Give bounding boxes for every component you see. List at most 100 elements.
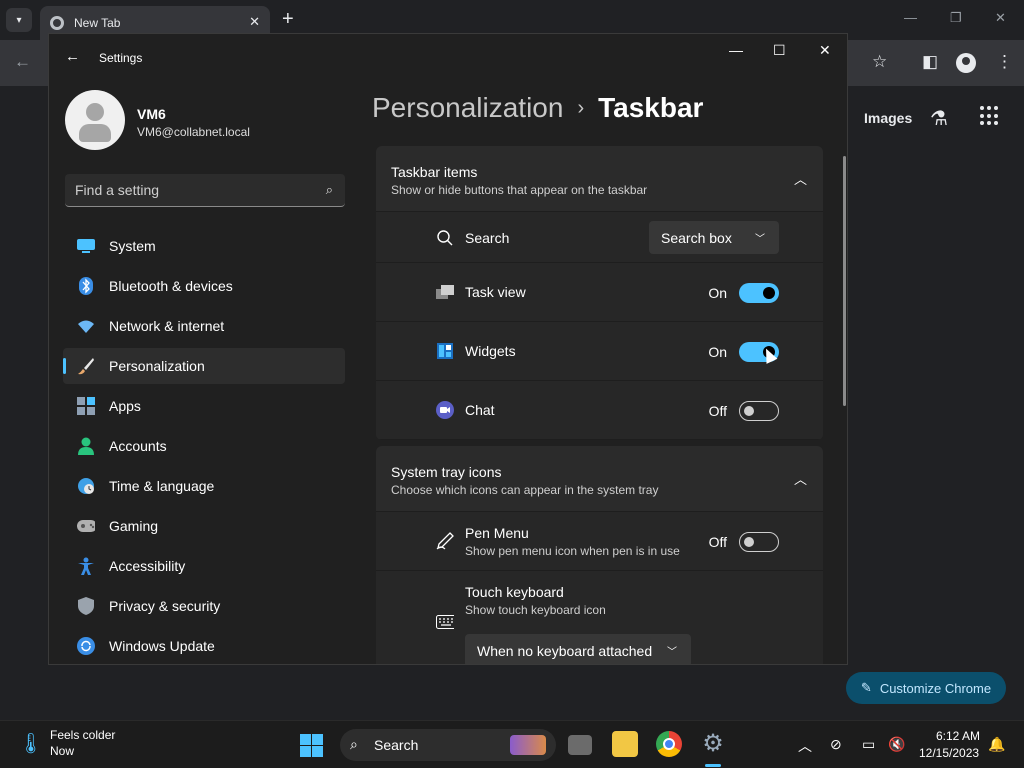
sidebar-item-gaming[interactable]: Gaming [63,508,345,544]
system-tray-header[interactable]: System tray icons Choose which icons can… [376,446,823,512]
new-tab-button[interactable]: + [282,8,294,30]
back-arrow-icon[interactable]: ← [14,52,31,72]
sidebar-item-accounts[interactable]: Accounts [63,428,345,464]
breadcrumb-parent[interactable]: Personalization [372,92,563,124]
chat-row: Chat Off [376,381,823,440]
taskbar-search-label: Search [374,737,419,753]
sidebar-item-label: Personalization [109,358,205,374]
touch-keyboard-row: Touch keyboard Show touch keyboard icon … [376,571,823,664]
customize-chrome-button[interactable]: ✎ Customize Chrome [846,672,1006,704]
start-button[interactable] [300,734,323,757]
close-icon[interactable]: ✕ [819,42,831,59]
touch-keyboard-label: Touch keyboard [465,584,564,600]
avatar-body [79,124,111,142]
thermometer-icon[interactable]: 🌡 [18,731,43,756]
chevron-up-icon[interactable]: ︿ [794,169,807,188]
sidebar-item-accessibility[interactable]: Accessibility [63,548,345,584]
task-view-label: Task view [465,284,526,300]
kebab-menu-icon[interactable]: ⋮ [996,52,1013,72]
chrome-icon[interactable] [656,731,682,757]
avatar[interactable] [65,90,125,150]
taskbar-items-header[interactable]: Taskbar items Show or hide buttons that … [376,146,823,212]
accessibility-icon [77,557,95,575]
scrollbar[interactable] [843,156,846,406]
settings-window: ← Settings — ☐ ✕ VM6 VM6@collabnet.local… [48,33,848,665]
search-icon[interactable]: ⌕ [326,182,333,198]
clock-date[interactable]: 12/15/2023 [919,746,979,760]
pen-menu-toggle[interactable] [739,532,779,552]
restore-icon[interactable]: ❐ [950,10,962,26]
sidebar-item-label: Time & language [109,478,215,494]
chevron-right-icon: › [577,96,585,119]
person-icon [77,437,95,455]
search-icon [436,229,454,247]
widgets-label: Widgets [465,343,516,359]
side-panel-icon[interactable]: ◧ [922,52,938,72]
sidebar-item-apps[interactable]: Apps [63,388,345,424]
sidebar-item-label: Accessibility [109,558,186,574]
sidebar-item-time-language[interactable]: Time & language [63,468,345,504]
sidebar-item-personalization[interactable]: Personalization [63,348,345,384]
network-off-icon[interactable]: ⊘ [830,736,842,753]
pen-menu-sub: Show pen menu icon when pen is in use [465,544,680,558]
sidebar-item-windows-update[interactable]: Windows Update [63,628,345,664]
file-explorer-icon[interactable] [612,731,638,757]
page-title: Taskbar [598,92,704,123]
sidebar-item-label: Network & internet [109,318,225,334]
chat-toggle[interactable] [739,401,779,421]
chat-icon [436,401,454,419]
sidebar-item-system[interactable]: System [63,228,345,264]
close-icon[interactable]: ✕ [995,10,1006,26]
images-link[interactable]: Images [864,110,912,126]
back-arrow-icon[interactable]: ← [65,48,80,65]
display-icon[interactable]: ▭ [862,736,875,753]
windows-taskbar: 🌡 Feels colder Now ⌕ Search ⚙ ︿ ⊘ ▭ 🔇 6:… [0,720,1024,768]
minimize-icon[interactable]: — [904,10,917,25]
dropdown-value: Search box [661,229,732,246]
search-input[interactable] [65,174,305,205]
profile-icon[interactable] [956,53,976,73]
sidebar-item-label: Privacy & security [109,598,221,614]
user-email: VM6@collabnet.local [137,125,250,139]
user-name: VM6 [137,106,166,122]
monitor-icon [77,237,95,255]
toggle-state: On [708,344,727,360]
labs-flask-icon[interactable]: ⚗ [930,106,948,131]
group-subtitle: Show or hide buttons that appear on the … [391,183,648,197]
task-view-icon [436,283,454,301]
sidebar-item-label: Gaming [109,518,159,534]
widgets-row: Widgets On [376,322,823,381]
star-icon[interactable]: ☆ [872,52,887,72]
chevron-up-icon[interactable]: ︿ [798,736,812,756]
sidebar-item-privacy[interactable]: Privacy & security [63,588,345,624]
globe-clock-icon [77,477,95,495]
weather-sub[interactable]: Now [50,744,74,758]
search-mode-dropdown[interactable]: Search box ﹀ [649,221,779,254]
google-apps-icon[interactable] [980,106,1000,126]
touch-keyboard-dropdown[interactable]: When no keyboard attached ﹀ [465,634,691,664]
volume-muted-icon[interactable]: 🔇 [888,736,905,753]
apps-icon [77,397,95,415]
pen-menu-row: Pen Menu Show pen menu icon when pen is … [376,512,823,571]
chevron-up-icon[interactable]: ︿ [794,469,807,488]
sidebar-item-network[interactable]: Network & internet [63,308,345,344]
tab-search-button[interactable]: ▾ [6,8,32,32]
task-view-icon[interactable] [568,735,592,755]
task-view-toggle[interactable] [739,283,779,303]
pen-icon [436,532,454,550]
sidebar-item-bluetooth[interactable]: Bluetooth & devices [63,268,345,304]
maximize-icon[interactable]: ☐ [773,42,786,59]
system-tray-group: System tray icons Choose which icons can… [376,446,823,664]
search-label: Search [465,230,510,246]
toggle-state: Off [708,534,727,550]
weather-title[interactable]: Feels colder [50,728,115,742]
clock-time[interactable]: 6:12 AM [936,729,980,743]
sidebar-item-label: Apps [109,398,141,414]
taskbar-search[interactable]: ⌕ Search [340,729,556,761]
settings-gear-icon[interactable]: ⚙ [700,731,726,757]
find-setting-box[interactable]: ⌕ [65,174,345,207]
minimize-icon[interactable]: — [729,42,743,58]
close-tab-icon[interactable]: ✕ [249,14,260,30]
notification-bell-icon[interactable]: 🔔 [988,736,1005,753]
sidebar-item-label: Accounts [109,438,167,454]
